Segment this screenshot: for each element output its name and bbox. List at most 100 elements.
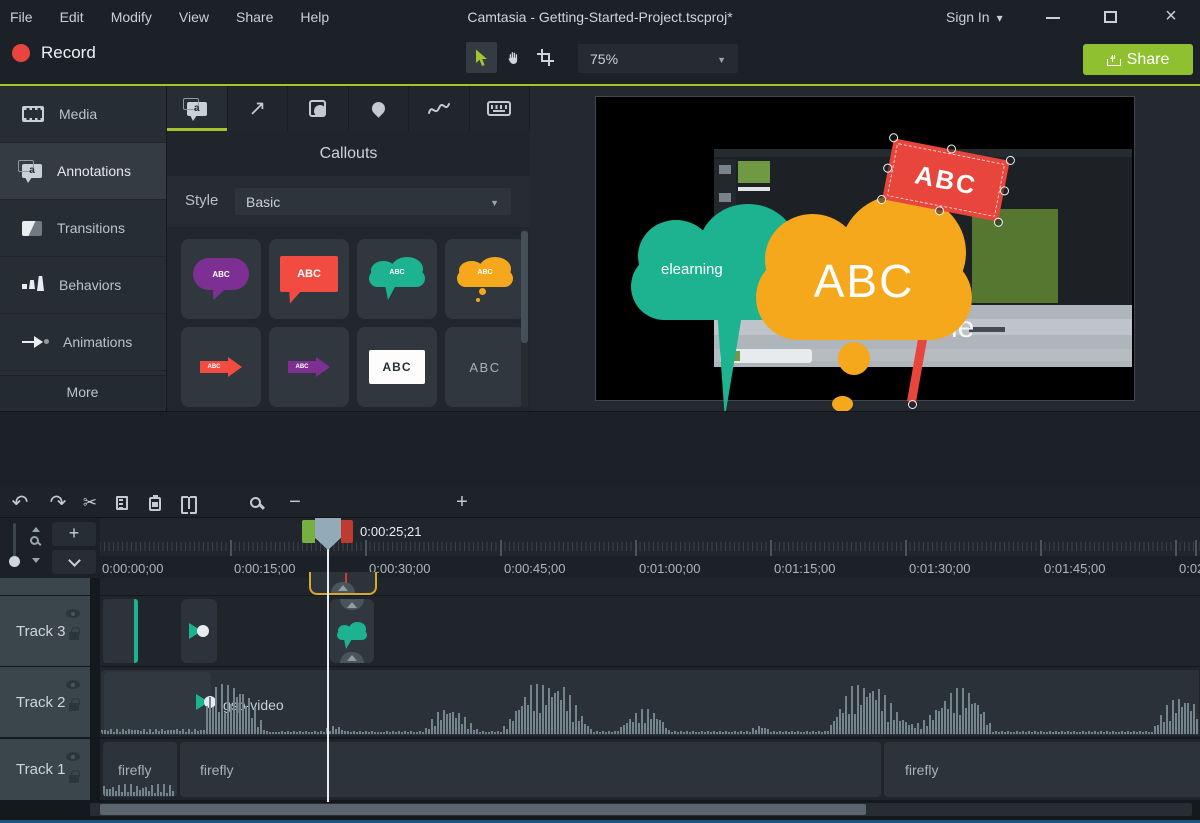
cloud-shape: ABC — [369, 257, 425, 287]
camtasia-window: File Edit Modify View Share Help Camtasi… — [0, 0, 1200, 823]
callout-thumb-speech-purple[interactable]: ABC — [181, 239, 261, 319]
add-track-button[interactable] — [52, 522, 96, 546]
screenshot-thumbnail — [738, 161, 770, 183]
copy-button[interactable] — [110, 487, 134, 518]
eye-icon[interactable] — [66, 609, 80, 618]
undo-button[interactable] — [8, 487, 32, 518]
lock-icon[interactable] — [69, 703, 79, 711]
split-button[interactable] — [177, 487, 201, 518]
style-select[interactable]: Basic — [235, 188, 511, 215]
track-height-slider[interactable] — [13, 523, 16, 566]
paste-button[interactable] — [143, 487, 167, 518]
chevron-down-icon — [997, 9, 1003, 25]
tab-callouts[interactable] — [167, 86, 228, 131]
sidebar-item-behaviors[interactable]: Behaviors — [0, 257, 166, 314]
track-height-thumb[interactable] — [9, 556, 20, 567]
sidebar-label-behaviors: Behaviors — [59, 277, 121, 293]
timeline-scrollbar[interactable] — [90, 803, 1192, 816]
clip-small[interactable] — [103, 599, 138, 663]
callout-thumb-text-box[interactable]: ABC — [357, 327, 437, 407]
clip-edge-marker — [134, 599, 138, 663]
tab-keystroke[interactable] — [470, 86, 531, 131]
share-button[interactable]: Share — [1083, 44, 1193, 75]
callout-thumb-arrow-purple[interactable]: ABC — [269, 327, 349, 407]
eye-icon[interactable] — [66, 680, 80, 689]
panel-scrollbar[interactable] — [521, 229, 528, 407]
tab-arrows[interactable] — [228, 86, 289, 131]
callout-thumb-arrow-red[interactable]: ABC — [181, 327, 261, 407]
pan-tool-button[interactable] — [498, 42, 529, 73]
arrow-shape: ABC — [288, 357, 330, 377]
callout-icon — [187, 102, 207, 116]
ruler-label: 0:00:30;00 — [369, 561, 430, 576]
clip-callout-elearning[interactable] — [330, 599, 374, 663]
style-value: Basic — [246, 194, 490, 210]
sidebar-more-button[interactable]: More — [0, 375, 165, 408]
clip-firefly-3[interactable]: firefly — [884, 742, 1200, 797]
maximize-button[interactable] — [1104, 11, 1117, 23]
close-button[interactable] — [1160, 0, 1182, 34]
minimize-button[interactable] — [1046, 17, 1060, 19]
lock-icon[interactable] — [69, 775, 79, 783]
playhead-line[interactable] — [327, 548, 329, 802]
tab-sketch[interactable] — [409, 86, 470, 131]
resize-handle[interactable] — [946, 144, 957, 155]
style-row: Style Basic — [167, 176, 530, 227]
ruler-label: 0:00:00;00 — [102, 561, 163, 576]
clip-label: firefly — [200, 762, 233, 778]
playhead-in-handle[interactable] — [302, 520, 315, 543]
clip-animation[interactable] — [181, 599, 217, 663]
track-name: Track 3 — [16, 596, 65, 666]
ruler-label: 0:01:15;00 — [774, 561, 835, 576]
cut-button[interactable] — [78, 487, 102, 518]
crop-tool-button[interactable] — [530, 42, 561, 73]
lock-icon[interactable] — [69, 632, 79, 640]
cursor-tool-button[interactable] — [466, 42, 497, 73]
timeline: 0:00:00;00 0:00:15;00 0:00:30;00 0:00:45… — [0, 518, 1200, 823]
sidebar-item-media[interactable]: Media — [0, 86, 166, 143]
timeline-zoom-icon — [243, 487, 267, 518]
canvas-zoom-select[interactable]: 75% — [578, 44, 738, 73]
callout-thumb-speech-red[interactable]: ABC — [269, 239, 349, 319]
record-button[interactable]: Record — [12, 43, 96, 63]
clip-label: firefly — [905, 762, 938, 778]
ruler-label: 0:01:45;00 — [1044, 561, 1105, 576]
track-name: Track 2 — [16, 667, 65, 737]
track-menu-button[interactable] — [52, 550, 96, 574]
sidebar-item-annotations[interactable]: Annotations — [0, 143, 166, 200]
tab-shapes[interactable] — [288, 86, 349, 131]
redo-button[interactable] — [46, 487, 70, 518]
timeline-scrollbar-thumb[interactable] — [100, 804, 866, 815]
sidebar-item-transitions[interactable]: Transitions — [0, 200, 166, 257]
chevron-down-icon — [68, 554, 81, 567]
timeline-ruler[interactable]: 0:00:00;00 0:00:15;00 0:00:30;00 0:00:45… — [100, 518, 1200, 578]
sign-in-button[interactable]: Sign In — [946, 0, 1003, 34]
zoom-out-button[interactable] — [283, 487, 307, 518]
cursor-icon — [474, 49, 489, 67]
resize-handle[interactable] — [888, 132, 899, 143]
tail-handle[interactable] — [908, 400, 917, 409]
zoom-to-fit-icon[interactable] — [28, 527, 42, 563]
droplet-icon — [369, 99, 387, 117]
callout-thumb-cloud-teal[interactable]: ABC — [357, 239, 437, 319]
playhead-out-handle[interactable] — [341, 520, 353, 543]
callout-thumb-thought-orange[interactable]: ABC — [445, 239, 525, 319]
sidebar-item-animations[interactable]: Animations — [0, 314, 166, 371]
menu-bar: File Edit Modify View Share Help Camtasi… — [0, 0, 1200, 34]
thought-dot-small — [832, 396, 853, 411]
sign-in-label: Sign In — [946, 9, 990, 25]
zoom-in-button[interactable] — [450, 487, 474, 518]
eye-icon[interactable] — [66, 752, 80, 761]
preview-canvas[interactable]: Timeline elearning ABC ABC — [595, 96, 1135, 401]
window-title: Camtasia - Getting-Started-Project.tscpr… — [0, 0, 1200, 34]
clip-firefly-2[interactable]: firefly — [180, 742, 881, 797]
callout-grid: ABC ABC ABC ABC ABC ABC ABC ABC — [167, 227, 519, 411]
audio-waveform — [101, 684, 1199, 734]
clip-gsp-video[interactable]: gsp-video — [101, 670, 1199, 735]
track-header-3: Track 3 — [0, 596, 90, 666]
selected-clip-partial[interactable] — [309, 572, 377, 595]
tab-blur[interactable] — [349, 86, 410, 131]
clip-firefly-1[interactable]: firefly — [103, 742, 177, 797]
callout-thumb-text-plain[interactable]: ABC — [445, 327, 525, 407]
callout-abc-cloud[interactable]: ABC — [756, 194, 972, 340]
